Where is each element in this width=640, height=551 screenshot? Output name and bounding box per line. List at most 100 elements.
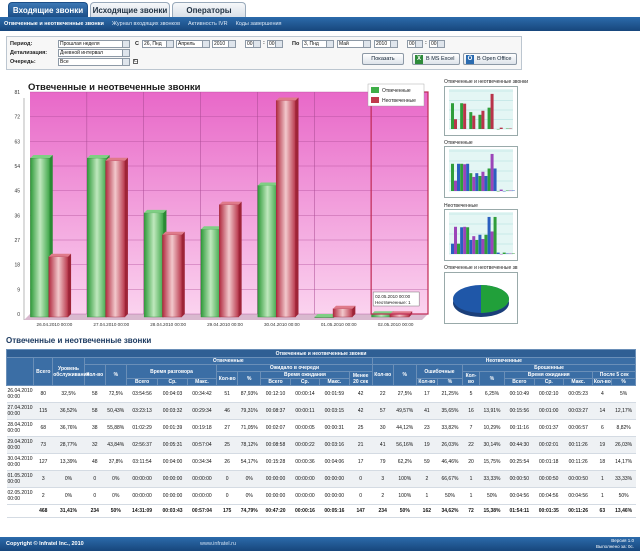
table-cell: 0% [52,487,85,505]
table-cell: 2 [416,470,438,488]
subnav-answered-unanswered[interactable]: Отвеченные и неотвеченные звонки [4,21,104,27]
thumb-bar [469,112,473,129]
total-cell: 234 [84,504,106,518]
thumb-bar [472,236,476,254]
total-cell: 63 [592,504,612,518]
x-tick-label: 29.04.2010 00:00 [207,322,243,327]
from-month-select[interactable]: Апрель [176,40,210,48]
from-min-select[interactable]: 00 [267,40,283,48]
tab-outgoing-calls[interactable]: Исходящие звонки [90,2,170,17]
table-cell: 00:06:57 [563,419,593,437]
table-cell: 7 [462,419,480,437]
thumb-bar [451,103,454,129]
bar-top [87,155,110,159]
pie-chart-graphic [453,285,509,317]
to-min-select[interactable]: 00 [429,40,445,48]
bar-answered [30,157,50,318]
cell-date: 28.04.2010 00:00 [6,419,34,437]
table-cell: 36,76% [52,419,85,437]
thumb-caption-1: Отвеченные и неотвеченные звонки [444,79,529,85]
total-cell: 15,38% [479,504,505,518]
thumb-bar [475,173,479,191]
bar-top [219,201,242,205]
thumb-chart-answered[interactable] [444,146,518,198]
th-ab-pct: % [478,371,506,386]
openoffice-icon: O [466,54,474,64]
thumb-bar [478,114,482,129]
table-cell: 00:04:56 [563,487,593,505]
thumb-pie-chart[interactable] [444,272,518,324]
export-openoffice-button[interactable]: OВ Open Office [463,53,517,65]
table-cell: 01:02:29 [126,419,158,437]
th-wait-sum: Всего [260,378,291,386]
thumb-bar [460,227,464,254]
table-row: 28.04.2010 00:00 68 36,76% 38 55,88% 01:02:29… [6,419,636,437]
bar-side [68,253,72,317]
subnav-ivr-activity[interactable]: Активность IVR [188,21,228,27]
total-cell: 00:03:43 [157,504,188,518]
table-cell: 58 [84,402,106,420]
to-hour-select[interactable]: 00 [407,40,423,48]
table-cell: 43,84% [105,436,127,454]
total-cell: 468 [33,504,53,518]
th-talk-avg: Ср. [157,378,188,386]
table-cell: 00:00:00 [319,487,350,505]
table-cell: 6,25% [479,385,505,403]
period-select[interactable]: Прошлая неделя [58,40,130,48]
table-cell: 32 [84,436,106,454]
from-day-select[interactable]: 26, Пнд [142,40,174,48]
table-cell: 54,17% [237,453,261,471]
bar-top [30,155,53,159]
x-tick-label: 02.05.2010 00:00 [378,322,414,327]
table-cell: 00:01:18 [534,453,564,471]
total-cell [6,504,34,518]
to-month-select[interactable]: Май [337,40,371,48]
from-hour-select[interactable]: 00 [245,40,261,48]
to-year-select[interactable]: 2010 [374,40,398,48]
to-day-select[interactable]: 3, Пнд [302,40,334,48]
table-cell: 00:00:36 [290,453,320,471]
table-cell: 18 [592,453,612,471]
show-button[interactable]: Показать [362,53,404,65]
table-cell: 00:11:26 [563,453,593,471]
table-cell: 00:05:23 [563,385,593,403]
thumb-chart-answered-unanswered[interactable] [444,86,518,136]
subnav-completion-codes[interactable]: Коды завершения [236,21,282,27]
th-talk-max: Макс. [186,378,218,386]
to-time-colon: : [425,40,427,46]
total-cell: 147 [349,504,373,518]
table-cell: 00:00:00 [290,487,320,505]
th-abw-avg: Ср. [533,378,564,386]
footer-site-link[interactable]: www.infratel.ru [200,541,236,547]
table-cell: 00:08:58 [260,436,291,454]
thumb-bar [472,115,476,129]
table-cell: 2 [372,487,394,505]
table-cell: 2 [33,487,53,505]
table-cell: 38 [84,419,106,437]
subnav-incoming-journal[interactable]: Журнал входящих звонков [112,21,180,27]
table-cell: 00:00:22 [290,436,320,454]
table-cell: 19 [592,436,612,454]
table-cell: 00:03:15 [319,402,350,420]
thumb-chart-unanswered[interactable] [444,209,518,261]
thumb-bar [472,176,476,191]
export-excel-button[interactable]: XВ MS Excel [412,53,460,65]
table-cell: 0 [84,487,106,505]
thumb-caption-4: Отвеченные и неотвеченные зв [444,265,518,271]
footer: Copyright © Infratel Inc., 2010 www.infr… [0,537,640,551]
from-year-select[interactable]: 2010 [212,40,236,48]
table-cell: 16 [462,402,480,420]
thumb-bar [463,164,467,191]
table-cell: 50,43% [105,402,127,420]
table-cell: 87,93% [237,385,261,403]
tab-incoming-calls[interactable]: Входящие звонки [8,2,88,17]
tab-operators[interactable]: Операторы [172,2,246,17]
total-cell: 234 [372,504,394,518]
table-cell: 41 [372,436,394,454]
table-cell: 1 [462,487,480,505]
total-cell: 00:05:16 [319,504,350,518]
detail-select[interactable]: Дневной интервал [58,49,130,57]
thumb-bar [469,239,473,254]
table-cell: 00:02:07 [260,419,291,437]
queue-select[interactable]: Все [58,58,130,66]
